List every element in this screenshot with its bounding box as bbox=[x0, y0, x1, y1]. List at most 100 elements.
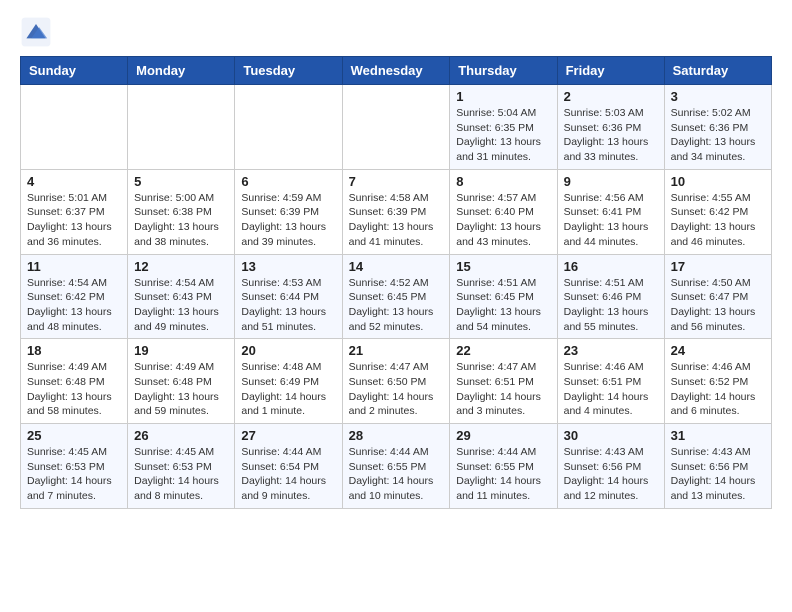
day-info: Sunrise: 5:03 AMSunset: 6:36 PMDaylight:… bbox=[564, 106, 658, 165]
day-info: Sunrise: 5:04 AMSunset: 6:35 PMDaylight:… bbox=[456, 106, 550, 165]
weekday-header-sunday: Sunday bbox=[21, 57, 128, 85]
day-info: Sunrise: 4:57 AMSunset: 6:40 PMDaylight:… bbox=[456, 191, 550, 250]
day-info: Sunrise: 4:51 AMSunset: 6:45 PMDaylight:… bbox=[456, 276, 550, 335]
calendar-cell: 27Sunrise: 4:44 AMSunset: 6:54 PMDayligh… bbox=[235, 424, 342, 509]
calendar-week-row: 1 Sunrise: 5:04 AMSunset: 6:35 PMDaylight… bbox=[21, 85, 772, 170]
weekday-header-thursday: Thursday bbox=[450, 57, 557, 85]
day-number: 7 bbox=[349, 174, 444, 189]
day-info: Sunrise: 4:43 AMSunset: 6:56 PMDaylight:… bbox=[564, 445, 658, 504]
calendar-cell: 7 Sunrise: 4:58 AMSunset: 6:39 PMDaylight… bbox=[342, 169, 450, 254]
day-number: 13 bbox=[241, 259, 335, 274]
day-number: 30 bbox=[564, 428, 658, 443]
day-info: Sunrise: 4:45 AMSunset: 6:53 PMDaylight:… bbox=[134, 445, 228, 504]
calendar-cell: 6 Sunrise: 4:59 AMSunset: 6:39 PMDaylight… bbox=[235, 169, 342, 254]
calendar-cell: 17Sunrise: 4:50 AMSunset: 6:47 PMDayligh… bbox=[664, 254, 771, 339]
calendar-cell: 4 Sunrise: 5:01 AMSunset: 6:37 PMDaylight… bbox=[21, 169, 128, 254]
calendar-cell: 20Sunrise: 4:48 AMSunset: 6:49 PMDayligh… bbox=[235, 339, 342, 424]
day-info: Sunrise: 4:46 AMSunset: 6:51 PMDaylight:… bbox=[564, 360, 658, 419]
day-number: 15 bbox=[456, 259, 550, 274]
calendar-cell: 22 Sunrise: 4:47 AMSunset: 6:51 PMDayligh… bbox=[450, 339, 557, 424]
day-info: Sunrise: 4:47 AMSunset: 6:51 PMDaylight:… bbox=[456, 360, 550, 419]
day-info: Sunrise: 4:53 AMSunset: 6:44 PMDaylight:… bbox=[241, 276, 335, 335]
calendar-cell: 12Sunrise: 4:54 AMSunset: 6:43 PMDayligh… bbox=[128, 254, 235, 339]
calendar-cell: 28Sunrise: 4:44 AMSunset: 6:55 PMDayligh… bbox=[342, 424, 450, 509]
weekday-header-wednesday: Wednesday bbox=[342, 57, 450, 85]
day-info: Sunrise: 4:48 AMSunset: 6:49 PMDaylight:… bbox=[241, 360, 335, 419]
day-number: 22 bbox=[456, 343, 550, 358]
calendar-cell bbox=[342, 85, 450, 170]
calendar-week-row: 25 Sunrise: 4:45 AMSunset: 6:53 PMDayligh… bbox=[21, 424, 772, 509]
day-number: 16 bbox=[564, 259, 658, 274]
calendar-cell: 2Sunrise: 5:03 AMSunset: 6:36 PMDaylight… bbox=[557, 85, 664, 170]
calendar-cell: 31 Sunrise: 4:43 AMSunset: 6:56 PMDayligh… bbox=[664, 424, 771, 509]
calendar-cell: 13 Sunrise: 4:53 AMSunset: 6:44 PMDayligh… bbox=[235, 254, 342, 339]
day-info: Sunrise: 4:44 AMSunset: 6:54 PMDaylight:… bbox=[241, 445, 335, 504]
day-info: Sunrise: 4:55 AMSunset: 6:42 PMDaylight:… bbox=[671, 191, 765, 250]
day-number: 12 bbox=[134, 259, 228, 274]
day-number: 6 bbox=[241, 174, 335, 189]
calendar-cell: 3 Sunrise: 5:02 AMSunset: 6:36 PMDaylight… bbox=[664, 85, 771, 170]
day-info: Sunrise: 4:44 AMSunset: 6:55 PMDaylight:… bbox=[456, 445, 550, 504]
day-info: Sunrise: 4:56 AMSunset: 6:41 PMDaylight:… bbox=[564, 191, 658, 250]
day-info: Sunrise: 4:52 AMSunset: 6:45 PMDaylight:… bbox=[349, 276, 444, 335]
calendar-cell: 24 Sunrise: 4:46 AMSunset: 6:52 PMDayligh… bbox=[664, 339, 771, 424]
day-info: Sunrise: 4:46 AMSunset: 6:52 PMDaylight:… bbox=[671, 360, 765, 419]
day-info: Sunrise: 4:49 AMSunset: 6:48 PMDaylight:… bbox=[134, 360, 228, 419]
calendar-cell: 8 Sunrise: 4:57 AMSunset: 6:40 PMDaylight… bbox=[450, 169, 557, 254]
day-number: 31 bbox=[671, 428, 765, 443]
day-info: Sunrise: 4:51 AMSunset: 6:46 PMDaylight:… bbox=[564, 276, 658, 335]
calendar-cell: 10 Sunrise: 4:55 AMSunset: 6:42 PMDayligh… bbox=[664, 169, 771, 254]
logo-icon bbox=[20, 16, 52, 48]
calendar-cell: 5Sunrise: 5:00 AMSunset: 6:38 PMDaylight… bbox=[128, 169, 235, 254]
calendar-cell: 23Sunrise: 4:46 AMSunset: 6:51 PMDayligh… bbox=[557, 339, 664, 424]
calendar-week-row: 18 Sunrise: 4:49 AMSunset: 6:48 PMDayligh… bbox=[21, 339, 772, 424]
day-number: 5 bbox=[134, 174, 228, 189]
day-info: Sunrise: 4:45 AMSunset: 6:53 PMDaylight:… bbox=[27, 445, 121, 504]
day-number: 9 bbox=[564, 174, 658, 189]
day-number: 21 bbox=[349, 343, 444, 358]
day-number: 8 bbox=[456, 174, 550, 189]
day-info: Sunrise: 4:59 AMSunset: 6:39 PMDaylight:… bbox=[241, 191, 335, 250]
day-info: Sunrise: 4:47 AMSunset: 6:50 PMDaylight:… bbox=[349, 360, 444, 419]
day-number: 25 bbox=[27, 428, 121, 443]
calendar-cell bbox=[21, 85, 128, 170]
weekday-header-monday: Monday bbox=[128, 57, 235, 85]
day-number: 4 bbox=[27, 174, 121, 189]
day-info: Sunrise: 4:58 AMSunset: 6:39 PMDaylight:… bbox=[349, 191, 444, 250]
day-number: 11 bbox=[27, 259, 121, 274]
calendar-table: SundayMondayTuesdayWednesdayThursdayFrid… bbox=[20, 56, 772, 509]
calendar-cell: 26 Sunrise: 4:45 AMSunset: 6:53 PMDayligh… bbox=[128, 424, 235, 509]
calendar-cell: 16 Sunrise: 4:51 AMSunset: 6:46 PMDayligh… bbox=[557, 254, 664, 339]
day-info: Sunrise: 4:50 AMSunset: 6:47 PMDaylight:… bbox=[671, 276, 765, 335]
logo bbox=[20, 16, 58, 48]
day-info: Sunrise: 5:02 AMSunset: 6:36 PMDaylight:… bbox=[671, 106, 765, 165]
day-info: Sunrise: 4:49 AMSunset: 6:48 PMDaylight:… bbox=[27, 360, 121, 419]
day-number: 26 bbox=[134, 428, 228, 443]
day-number: 24 bbox=[671, 343, 765, 358]
day-info: Sunrise: 4:44 AMSunset: 6:55 PMDaylight:… bbox=[349, 445, 444, 504]
calendar-cell: 18 Sunrise: 4:49 AMSunset: 6:48 PMDayligh… bbox=[21, 339, 128, 424]
calendar-week-row: 4 Sunrise: 5:01 AMSunset: 6:37 PMDaylight… bbox=[21, 169, 772, 254]
day-number: 10 bbox=[671, 174, 765, 189]
calendar-header-row: SundayMondayTuesdayWednesdayThursdayFrid… bbox=[21, 57, 772, 85]
calendar-cell: 14 Sunrise: 4:52 AMSunset: 6:45 PMDayligh… bbox=[342, 254, 450, 339]
calendar-cell: 30 Sunrise: 4:43 AMSunset: 6:56 PMDayligh… bbox=[557, 424, 664, 509]
day-number: 18 bbox=[27, 343, 121, 358]
day-info: Sunrise: 5:01 AMSunset: 6:37 PMDaylight:… bbox=[27, 191, 121, 250]
calendar-week-row: 11 Sunrise: 4:54 AMSunset: 6:42 PMDayligh… bbox=[21, 254, 772, 339]
day-number: 3 bbox=[671, 89, 765, 104]
page-header bbox=[20, 16, 772, 48]
calendar-cell: 1 Sunrise: 5:04 AMSunset: 6:35 PMDaylight… bbox=[450, 85, 557, 170]
day-number: 14 bbox=[349, 259, 444, 274]
calendar-cell: 29 Sunrise: 4:44 AMSunset: 6:55 PMDayligh… bbox=[450, 424, 557, 509]
weekday-header-tuesday: Tuesday bbox=[235, 57, 342, 85]
day-number: 19 bbox=[134, 343, 228, 358]
calendar-cell: 15 Sunrise: 4:51 AMSunset: 6:45 PMDayligh… bbox=[450, 254, 557, 339]
day-info: Sunrise: 4:54 AMSunset: 6:42 PMDaylight:… bbox=[27, 276, 121, 335]
weekday-header-saturday: Saturday bbox=[664, 57, 771, 85]
day-info: Sunrise: 4:43 AMSunset: 6:56 PMDaylight:… bbox=[671, 445, 765, 504]
calendar-cell bbox=[128, 85, 235, 170]
day-number: 1 bbox=[456, 89, 550, 104]
calendar-cell: 25 Sunrise: 4:45 AMSunset: 6:53 PMDayligh… bbox=[21, 424, 128, 509]
day-number: 29 bbox=[456, 428, 550, 443]
